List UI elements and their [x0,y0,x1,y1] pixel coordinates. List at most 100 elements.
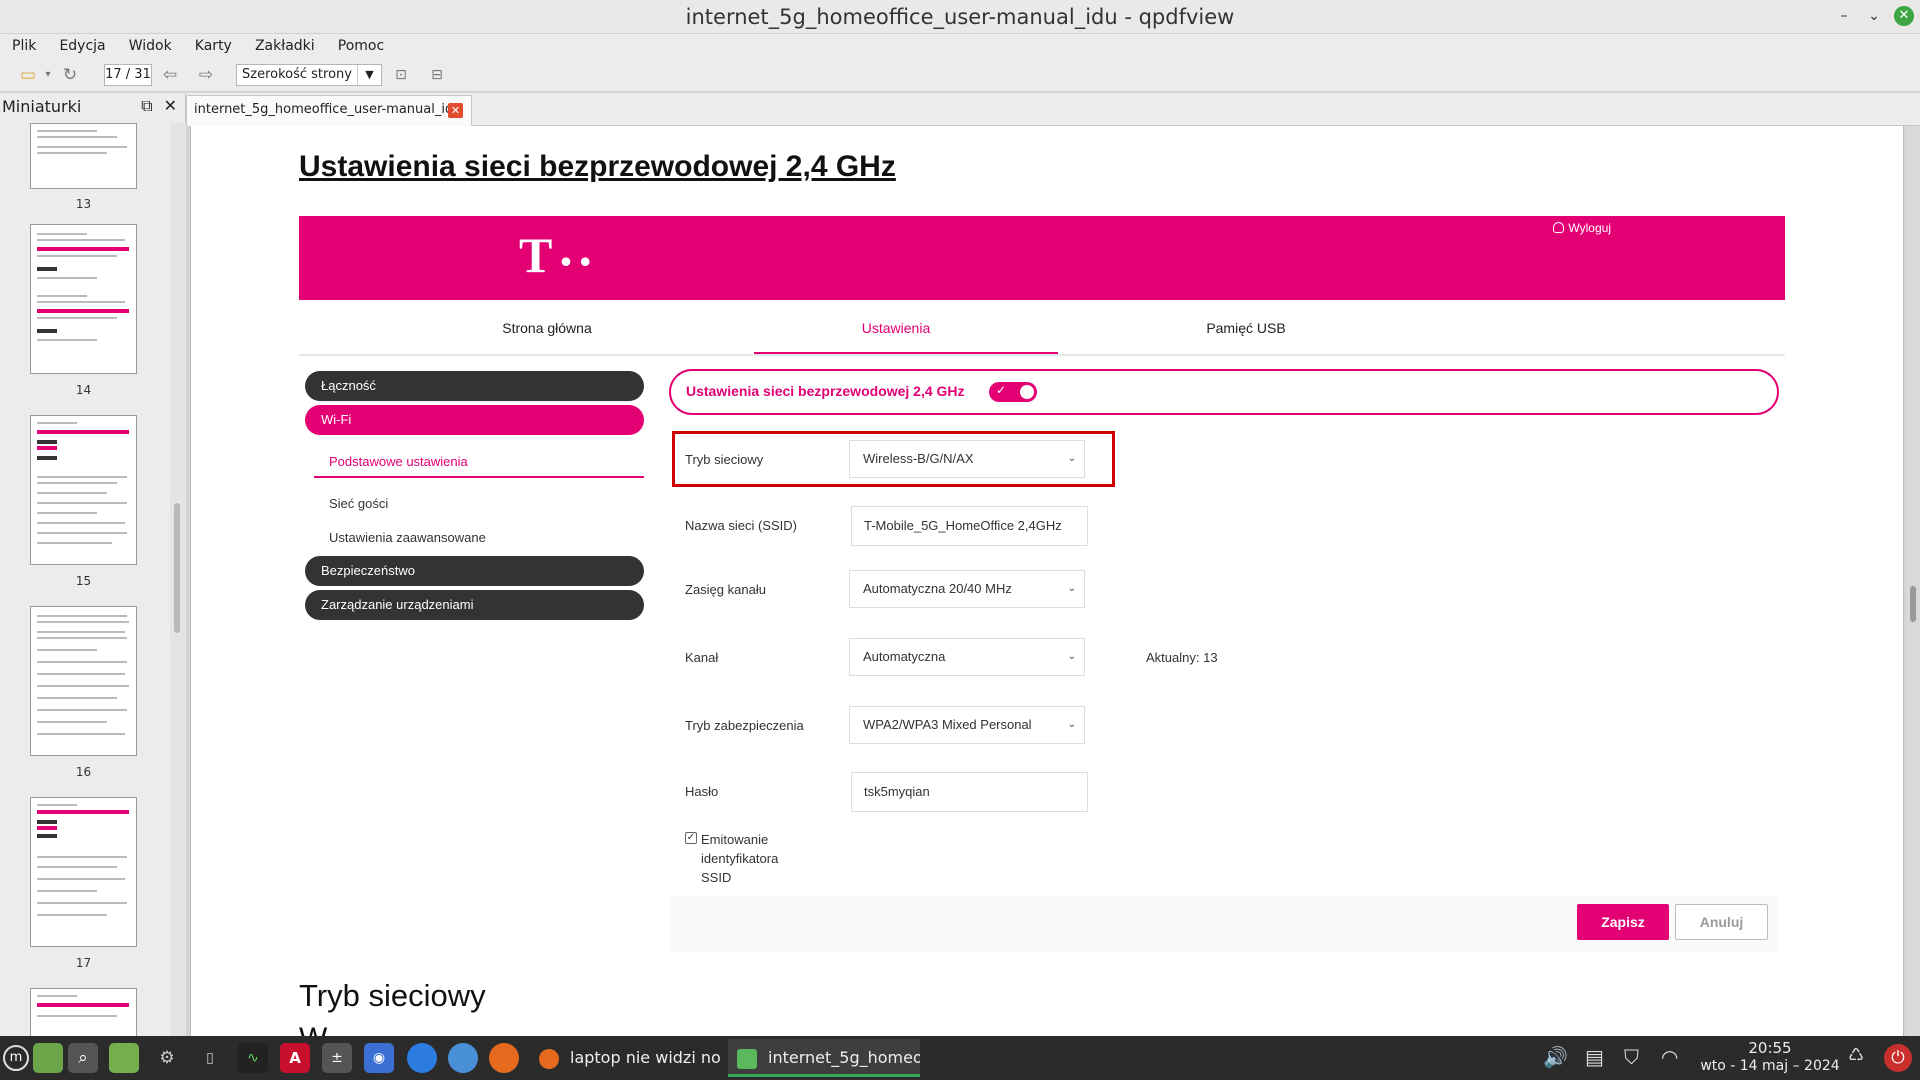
previous-page-icon[interactable]: ⇦ [158,64,182,86]
firefox-icon[interactable] [489,1043,519,1073]
ssid-label: Nazwa sieci (SSID) [685,518,797,533]
section-heading: Tryb sieciowy [299,978,486,1013]
router-header: T •• Wyloguj [299,216,1785,300]
zoom-value: Szerokość strony [242,67,352,82]
shield-icon[interactable]: ⛉ [1624,1045,1639,1069]
terminal-icon[interactable]: ▯ [195,1043,225,1073]
menu-security: Bezpieczeństwo [305,556,644,586]
close-tab-icon[interactable]: ✕ [448,103,463,118]
fit-width-icon[interactable]: ⊟ [425,64,449,86]
save-button: Zapisz [1577,904,1669,940]
channel-value: Automatyczna [863,649,946,664]
document-tab-label: internet_5g_homeoffice_user-manual_idu [194,102,462,117]
thumbnail-page-current[interactable] [30,797,137,947]
pdf-page: Ustawienia sieci bezprzewodowej 2,4 GHz … [190,126,1904,1036]
wifi-toggle-row: Ustawienia sieci bezprzewodowej 2,4 GHz … [669,369,1779,415]
calculator-icon[interactable]: ± [322,1043,352,1073]
network-mode-select: Wireless-B/G/N/AX ⌄ [849,440,1085,478]
qpdfview-icon [737,1049,757,1069]
logout-link: Wyloguj [1553,221,1611,235]
minimize-button[interactable]: – [1834,6,1854,26]
submenu-advanced: Ustawienia zaawansowane [329,530,486,545]
ssid-field: T-Mobile_5G_HomeOffice 2,4GHz [851,506,1088,546]
clock[interactable]: 20:55 wto - 14 maj – 2024 [1695,1040,1845,1076]
check-icon: ✓ [996,383,1007,397]
task-firefox[interactable]: laptop nie widzi no... [530,1039,720,1077]
menu-edit[interactable]: Edycja [59,34,105,58]
broadcast-ssid-label: Emitowanie identyfikatora SSID [701,832,779,885]
document-scrollbar[interactable] [1906,126,1920,1036]
menu-help[interactable]: Pomoc [338,34,384,58]
thumbnail-page[interactable] [30,123,137,189]
thumbnail-page-number: 15 [75,574,92,588]
start-menu-icon[interactable]: m [3,1045,29,1071]
thumbnail-page-number: 16 [75,765,92,779]
thumbnail-page-number: 14 [75,383,92,397]
password-field: tsk5myqian [851,772,1088,812]
document-tab[interactable]: internet_5g_homeoffice_user-manual_idu ✕ [186,95,472,126]
close-window-button[interactable]: ✕ [1894,6,1914,26]
menu-connectivity: Łączność [305,371,644,401]
user-icon [1553,222,1565,233]
thumbnail-page[interactable] [30,415,137,565]
close-panel-icon[interactable]: ✕ [164,96,177,115]
chevron-down-icon: ⌄ [1067,583,1076,594]
files-icon[interactable] [109,1043,139,1073]
thumbnail-list[interactable]: 13 14 15 16 17 [0,123,170,1036]
thumbnail-page-number: 13 [75,197,92,211]
cancel-button: Anuluj [1675,904,1768,940]
volume-icon[interactable]: 🔊 [1543,1045,1568,1069]
network-mode-label: Tryb sieciowy [685,452,764,467]
wifi-toggle: ✓ [989,382,1037,402]
telekom-logo: T •• [519,227,599,283]
trash-icon[interactable]: ♺ [1848,1045,1864,1066]
thunderbird-icon[interactable] [407,1043,437,1073]
thumbnail-page[interactable] [30,224,137,374]
page-number-input[interactable]: 17 / 31 [104,64,152,86]
search-icon[interactable]: ⌕ [68,1043,98,1073]
show-desktop-icon[interactable] [33,1043,63,1073]
wifi-toggle-label: Ustawienia sieci bezprzewodowej 2,4 GHz [686,383,965,399]
maximize-button[interactable]: ⌄ [1864,6,1884,26]
thumbnail-page[interactable] [30,606,137,756]
zoom-select[interactable]: Szerokość strony ▼ [236,64,382,86]
menu-view[interactable]: Widok [129,34,172,58]
menu-tabs[interactable]: Karty [195,34,232,58]
firefox-icon [539,1049,559,1069]
menu-bookmarks[interactable]: Zakładki [255,34,315,58]
thumbnails-panel: Miniaturki ⧉ ✕ 13 14 15 16 17 [0,93,186,1036]
next-page-icon[interactable]: ⇨ [194,64,218,86]
bandwidth-value: Automatyczna 20/40 MHz [863,581,1012,596]
section-text-cut: W ... [299,1022,361,1036]
clipboard-icon[interactable]: ▤ [1585,1045,1604,1069]
task-label: laptop nie widzi no... [570,1048,720,1067]
taskbar: m ⌕ ⚙ ▯ ∿ A ± ◉ laptop nie widzi no... i… [0,1036,1920,1080]
wifi-icon[interactable]: ◠ [1661,1045,1678,1069]
float-panel-icon[interactable]: ⧉ [141,96,152,115]
fit-page-icon[interactable]: ⊡ [389,64,413,86]
menu-wifi: Wi-Fi [305,405,644,435]
power-icon[interactable]: ⏻ [1884,1044,1912,1072]
pdf-reader-icon[interactable]: A [280,1043,310,1073]
screenshot-icon[interactable]: ◉ [364,1043,394,1073]
menu-file[interactable]: Plik [12,34,36,58]
chromium-icon[interactable] [448,1043,478,1073]
password-label: Hasło [685,784,719,799]
nav-usb: Pamięć USB [1206,320,1286,336]
open-dropdown-icon[interactable]: ▾ [36,64,60,86]
task-qpdfview[interactable]: internet_5g_homeo... [728,1039,920,1077]
thumbnail-page[interactable] [30,988,137,1036]
document-viewport[interactable]: Ustawienia sieci bezprzewodowej 2,4 GHz … [186,126,1920,1036]
settings-gear-icon[interactable]: ⚙ [152,1043,182,1073]
security-mode-value: WPA2/WPA3 Mixed Personal [863,717,1032,732]
broadcast-ssid-checkbox: ✓ [685,832,697,844]
channel-select: Automatyczna ⌄ [849,638,1085,676]
security-mode-label: Tryb zabezpieczenia [685,718,804,733]
page-heading: Ustawienia sieci bezprzewodowej 2,4 GHz [299,150,896,183]
chevron-down-icon: ⌄ [1067,453,1076,464]
window-title: internet_5g_homeoffice_user-manual_idu -… [685,5,1235,29]
refresh-icon[interactable]: ↻ [58,64,82,86]
submenu-guest: Sieć gości [329,496,389,511]
thumbnails-scrollbar[interactable] [170,123,186,1036]
system-monitor-icon[interactable]: ∿ [238,1043,268,1073]
